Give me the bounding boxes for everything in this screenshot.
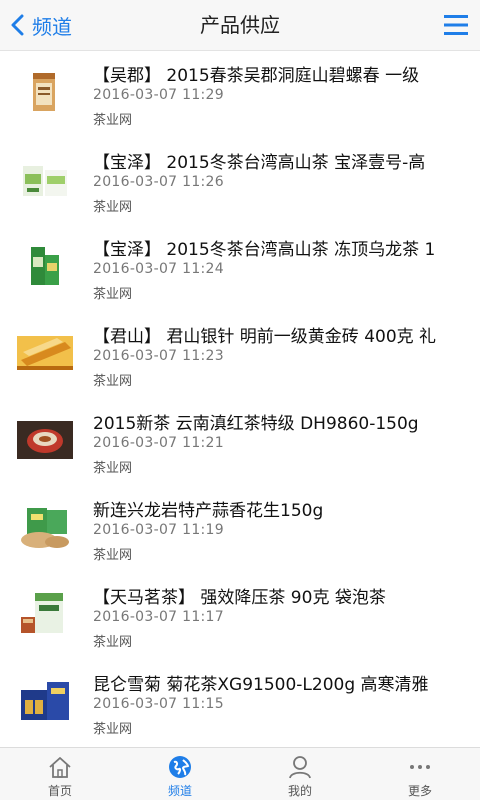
item-title: 【宝泽】 2015冬茶台湾高山茶 宝泽壹号-高 <box>93 153 426 173</box>
product-thumbnail <box>17 69 73 115</box>
list-item[interactable]: 新连兴龙岩特产蒜香花生150g 2016-03-07 11:19 茶业网 <box>0 486 480 573</box>
item-title: 【君山】 君山银针 明前一级黄金砖 400克 礼 <box>93 327 437 347</box>
item-title: 【宝泽】 2015冬茶台湾高山茶 冻顶乌龙茶 1 <box>93 240 436 260</box>
item-source: 茶业网 <box>93 635 133 650</box>
item-timestamp: 2016-03-07 11:26 <box>93 174 224 190</box>
item-source: 茶业网 <box>93 200 133 215</box>
list-item[interactable]: 昆仑雪菊 菊花茶XG91500-L200g 高寒清雅 2016-03-07 11… <box>0 660 480 747</box>
tab-mine[interactable]: 我的 <box>240 748 360 800</box>
list-item[interactable]: 【宝泽】 2015冬茶台湾高山茶 宝泽壹号-高 2016-03-07 11:26… <box>0 138 480 225</box>
list-item[interactable]: 【吴郡】 2015春茶吴郡洞庭山碧螺春 一级 2016-03-07 11:29 … <box>0 51 480 138</box>
item-timestamp: 2016-03-07 11:24 <box>93 261 224 277</box>
item-source: 茶业网 <box>93 461 133 476</box>
list-item[interactable]: 2015新茶 云南滇红茶特级 DH9860-150g 2016-03-07 11… <box>0 399 480 486</box>
hamburger-icon <box>444 15 468 35</box>
item-title: 新连兴龙岩特产蒜香花生150g <box>93 501 324 521</box>
item-source: 茶业网 <box>93 113 133 128</box>
globe-icon <box>169 756 191 778</box>
item-source: 茶业网 <box>93 287 133 302</box>
item-source: 茶业网 <box>93 548 133 563</box>
product-thumbnail <box>17 504 73 550</box>
product-thumbnail <box>17 678 73 724</box>
tab-label: 我的 <box>287 784 312 798</box>
page-title: 产品供应 <box>200 13 280 37</box>
tab-label: 首页 <box>47 784 72 798</box>
item-title: 2015新茶 云南滇红茶特级 DH9860-150g <box>93 414 419 434</box>
tab-home[interactable]: 首页 <box>0 748 120 800</box>
product-thumbnail <box>17 417 73 463</box>
product-thumbnail <box>17 156 73 202</box>
user-icon <box>289 756 311 779</box>
more-icon <box>410 765 430 769</box>
menu-button[interactable] <box>442 12 470 38</box>
item-timestamp: 2016-03-07 11:15 <box>93 696 224 712</box>
item-title: 【吴郡】 2015春茶吴郡洞庭山碧螺春 一级 <box>93 66 420 86</box>
bottom-tab-bar: 首页 频道 我的 更多 <box>0 747 480 800</box>
list-item[interactable]: 【宝泽】 2015冬茶台湾高山茶 冻顶乌龙茶 1 2016-03-07 11:2… <box>0 225 480 312</box>
item-title: 昆仑雪菊 菊花茶XG91500-L200g 高寒清雅 <box>93 675 429 695</box>
item-timestamp: 2016-03-07 11:29 <box>93 87 224 103</box>
item-timestamp: 2016-03-07 11:23 <box>93 348 224 364</box>
item-timestamp: 2016-03-07 11:21 <box>93 435 224 451</box>
list-item[interactable]: 【天马茗茶】 强效降压茶 90克 袋泡茶 2016-03-07 11:17 茶业… <box>0 573 480 660</box>
tab-more[interactable]: 更多 <box>360 748 480 800</box>
list-item[interactable]: 【君山】 君山银针 明前一级黄金砖 400克 礼 2016-03-07 11:2… <box>0 312 480 399</box>
product-thumbnail <box>17 330 73 376</box>
tab-label: 更多 <box>407 784 432 798</box>
item-source: 茶业网 <box>93 722 133 737</box>
product-thumbnail <box>17 591 73 637</box>
home-icon <box>49 757 71 778</box>
item-timestamp: 2016-03-07 11:17 <box>93 609 224 625</box>
tab-channel[interactable]: 频道 <box>120 748 240 800</box>
item-title: 【天马茗茶】 强效降压茶 90克 袋泡茶 <box>93 588 386 608</box>
product-list: 【吴郡】 2015春茶吴郡洞庭山碧螺春 一级 2016-03-07 11:29 … <box>0 51 480 747</box>
tab-label: 频道 <box>167 784 192 798</box>
product-thumbnail <box>17 243 73 289</box>
item-source: 茶业网 <box>93 374 133 389</box>
item-timestamp: 2016-03-07 11:19 <box>93 522 224 538</box>
app-header: 频道 产品供应 <box>0 0 480 51</box>
